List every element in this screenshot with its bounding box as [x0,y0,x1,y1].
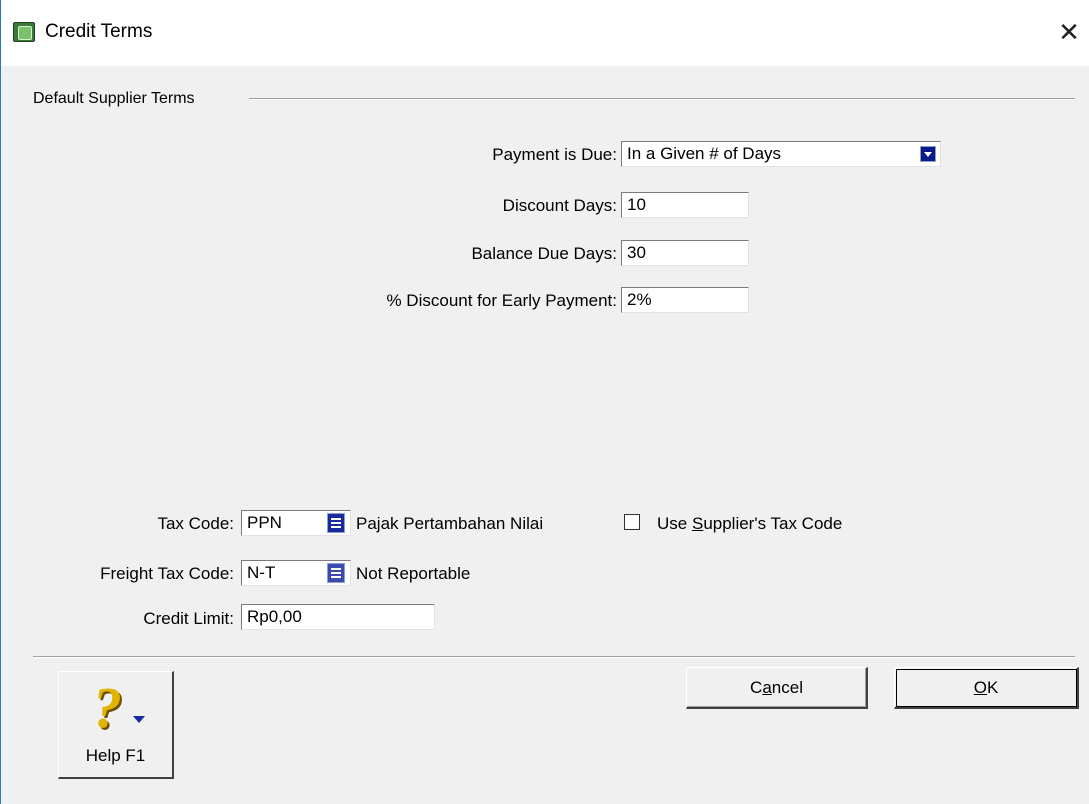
use-supplier-tax-checkbox[interactable] [624,514,640,530]
label-part: upplier's Tax Code [703,514,843,533]
label-part: Use [657,514,692,533]
payment-due-select[interactable]: In a Given # of Days [621,141,941,167]
balance-due-days-input[interactable]: 30 [621,240,749,266]
close-button[interactable]: ✕ [1049,14,1089,50]
label-part: ncel [771,677,803,697]
early-discount-label: % Discount for Early Payment: [386,291,617,310]
balance-due-days-label: Balance Due Days: [471,244,617,263]
chevron-down-icon [133,716,145,723]
use-supplier-tax-label[interactable]: Use Supplier's Tax Code [657,514,842,534]
close-icon: ✕ [1058,16,1080,47]
discount-days-label: Discount Days: [502,196,617,215]
payment-due-label: Payment is Due: [492,145,617,164]
discount-days-input[interactable]: 10 [621,192,749,218]
label-part: K [986,677,999,697]
label-part: C [750,677,763,697]
freight-tax-code-value: N-T [247,563,276,582]
label-accesskey: O [973,677,987,697]
tax-code-value: PPN [247,513,282,532]
title-bar: Credit Terms ✕ [1,0,1089,66]
credit-limit-input[interactable]: Rp0,00 [241,604,435,630]
ok-label: OK [974,678,999,698]
payment-due-value: In a Given # of Days [627,144,782,163]
help-button-label: Help F1 [85,746,146,765]
list-lookup-icon[interactable] [327,563,345,583]
cancel-button[interactable]: Cancel [686,667,868,709]
question-mark-icon: ? [93,675,122,740]
ok-button[interactable]: OK [894,667,1079,709]
footer-divider [33,656,1075,658]
freight-tax-code-description: Not Reportable [356,564,471,583]
help-button[interactable]: ? Help F1 [58,671,174,779]
list-lookup-icon[interactable] [327,513,345,533]
credit-terms-dialog: Credit Terms ✕ Default Supplier Terms Pa… [0,0,1089,804]
cancel-label: Cancel [750,678,803,698]
credit-limit-label: Credit Limit: [143,609,234,628]
app-icon [13,22,35,42]
window-title: Credit Terms [45,21,153,42]
label-accesskey: a [762,677,772,697]
label-accesskey: S [691,514,704,533]
early-discount-input[interactable]: 2% [621,287,749,313]
chevron-down-icon[interactable] [920,146,936,162]
tax-code-label: Tax Code: [157,514,234,533]
tax-code-description: Pajak Pertambahan Nilai [356,514,544,533]
group-divider [249,98,1075,100]
freight-tax-code-label: Freight Tax Code: [100,564,234,583]
group-title: Default Supplier Terms [33,90,199,108]
